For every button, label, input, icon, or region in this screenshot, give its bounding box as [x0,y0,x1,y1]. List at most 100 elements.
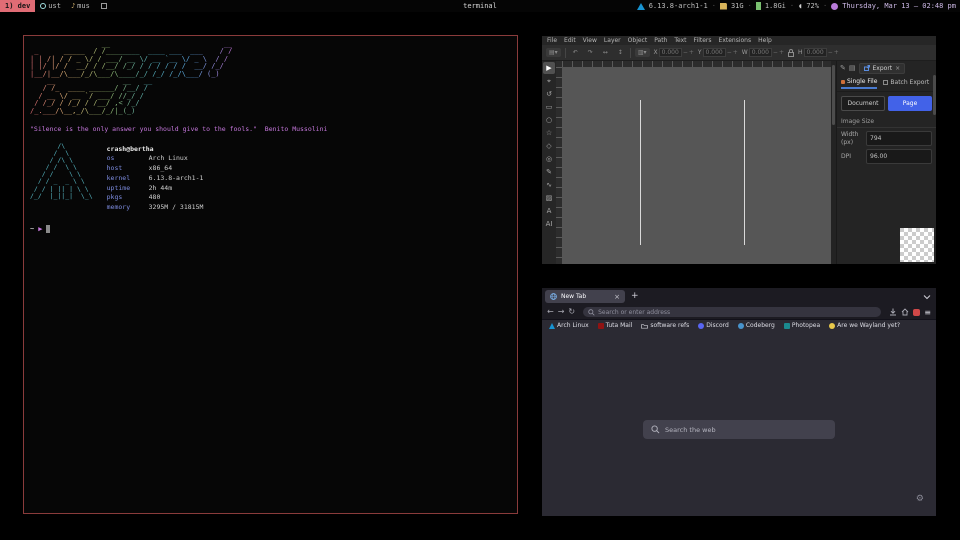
browser-window[interactable]: New Tab × + ← → ↻ Search or enter addres… [542,288,936,516]
memory-usage: 1.8Gi [765,2,786,10]
w-minus-button[interactable]: − [773,49,778,56]
music-note-icon: ♪ [71,2,75,10]
inkscape-canvas[interactable] [562,67,831,264]
height-spinbox: H 0.000 − + [798,48,839,57]
menu-object[interactable]: Object [628,37,648,44]
shape-builder-tool[interactable]: ↺ [543,88,555,100]
arch-favicon [549,323,555,329]
lock-ratio-icon[interactable] [788,49,794,57]
select-all-dropdown[interactable]: ▤▾ [546,48,561,57]
export-icon [864,65,870,71]
bookmark-photopea[interactable]: Photopea [784,322,820,329]
workspace-tag-label: ust [48,2,61,10]
star-tool[interactable]: ☆ [543,127,555,139]
close-icon[interactable]: × [895,65,900,72]
fetch-info: crash@bertha osArch Linux hostx86_64 ker… [107,143,204,213]
batch-export-tab[interactable]: Batch Export [883,79,929,88]
export-width-input[interactable]: 794 [866,131,932,146]
y-minus-button[interactable]: − [727,49,732,56]
node-tool[interactable]: ⌖ [543,75,555,87]
menu-extensions[interactable]: Extensions [719,37,752,44]
menu-file[interactable]: File [547,37,557,44]
bookmark-are-we-wayland-yet[interactable]: Are we Wayland yet? [829,322,900,329]
single-file-tab[interactable]: Single File [841,78,877,89]
box-3d-tool[interactable]: ◇ [543,140,555,152]
menu-layer[interactable]: Layer [604,37,621,44]
bookmark-software-refs[interactable]: software refs [641,322,689,329]
document-button[interactable]: Document [841,96,885,111]
x-minus-button[interactable]: − [683,49,688,56]
fetch-row: memory3295M / 31815M [107,203,204,213]
terminal-window[interactable]: __ __ _ _____ / /________ ____ ___ ___ /… [23,35,518,514]
workspace-tag-ust[interactable]: ust [35,0,66,12]
image-size-label: Image Size [837,115,936,128]
height-input-toolbar[interactable]: 0.000 [804,48,827,57]
menu-help[interactable]: Help [758,37,772,44]
w-plus-button[interactable]: + [779,49,784,56]
scrollbar-thumb[interactable] [832,65,835,125]
menu-path[interactable]: Path [654,37,667,44]
dpi-input[interactable]: 96.00 [866,149,932,164]
menu-icon[interactable]: ≡ [924,308,931,317]
tab-close-icon[interactable]: × [614,293,620,301]
selector-tool[interactable]: ▶ [543,62,555,74]
align-dropdown[interactable]: ▥▾ [635,48,650,57]
personalize-gear-icon[interactable]: ⚙ [916,494,924,504]
y-position-input[interactable]: 0.000 [703,48,726,57]
ublock-extension-icon[interactable] [913,309,920,316]
list-all-tabs-icon[interactable] [923,294,931,300]
bookmark-discord[interactable]: Discord [698,322,729,329]
address-bar[interactable]: Search or enter address [583,307,881,317]
export-dialog-tab[interactable]: Export × [859,63,906,74]
single-image-icon [841,80,845,84]
forward-button[interactable]: → [558,308,565,316]
width-input-toolbar[interactable]: 0.000 [749,48,772,57]
bookmark-arch-linux[interactable]: Arch Linux [549,322,589,329]
layers-dialog-icon[interactable]: ▤ [849,64,856,72]
rotate-cw-button[interactable]: ↷ [585,48,596,57]
active-tab[interactable]: New Tab × [545,290,625,303]
export-mode-tabs: Single File Batch Export [837,75,936,92]
pencil-tool[interactable]: ✎ [543,166,555,178]
disk-icon [720,3,727,10]
edit-dialog-icon[interactable]: ✎ [840,64,846,72]
downloads-icon[interactable] [889,308,897,316]
spiral-tool[interactable]: ◎ [543,153,555,165]
page-button[interactable]: Page [888,96,932,111]
memory-icon [756,2,761,10]
calligraphy-tool[interactable]: ▨ [543,192,555,204]
h-minus-button[interactable]: − [828,49,833,56]
ellipse-tool[interactable]: ○ [543,114,555,126]
workspace-tag-label: 1) dev [5,2,30,10]
menu-text[interactable]: Text [674,37,686,44]
y-plus-button[interactable]: + [733,49,738,56]
pen-tool[interactable]: ∿ [543,179,555,191]
menu-view[interactable]: View [583,37,597,44]
home-icon[interactable] [901,308,909,316]
back-button[interactable]: ← [547,308,554,316]
rotate-ccw-button[interactable]: ↶ [570,48,581,57]
shell-prompt[interactable]: ~ ▶ [30,225,511,233]
flip-horizontal-button[interactable]: ↔ [600,48,611,57]
text-tool[interactable]: A [543,205,555,217]
bookmark-tuta-mail[interactable]: Tuta Mail [598,322,633,329]
x-position-input[interactable]: 0.000 [659,48,682,57]
y-position-spinbox: Y 0.000 − + [698,48,738,57]
flip-vertical-button[interactable]: ↕ [615,48,626,57]
x-plus-button[interactable]: + [689,49,694,56]
new-tab-search-box[interactable]: Search the web [643,420,835,439]
workspace-tag-mus[interactable]: ♪ mus [66,0,95,12]
workspace-tag-dev[interactable]: 1) dev [0,0,35,12]
more-tools[interactable]: AI [543,218,555,230]
panel-scrollbar[interactable] [933,75,936,115]
layout-symbol-icon[interactable] [101,3,107,9]
reload-button[interactable]: ↻ [568,308,575,316]
menu-edit[interactable]: Edit [564,37,576,44]
menu-filters[interactable]: Filters [694,37,712,44]
inkscape-window[interactable]: File Edit View Layer Object Path Text Fi… [542,36,936,264]
separator: · [712,2,716,10]
bookmark-codeberg[interactable]: Codeberg [738,322,775,329]
rectangle-tool[interactable]: ▭ [543,101,555,113]
h-plus-button[interactable]: + [834,49,839,56]
new-tab-button[interactable]: + [631,292,639,301]
